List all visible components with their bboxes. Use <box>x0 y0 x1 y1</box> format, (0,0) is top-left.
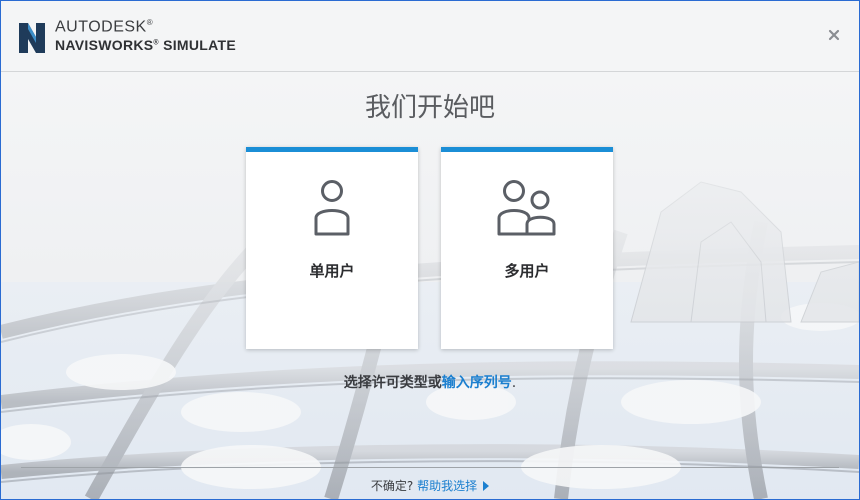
brand-company: AUTODESK® <box>55 18 154 36</box>
prompt-period: . <box>511 375 517 391</box>
multi-user-icon <box>441 178 613 238</box>
play-arrow-icon <box>483 481 490 491</box>
license-dialog: AUTODESK® NAVISWORKS® SIMULATE 我们开始吧 单用户 <box>0 0 860 500</box>
help-me-choose-link[interactable]: 帮助我选择 <box>417 479 490 493</box>
footer-question: 不确定? <box>370 479 414 493</box>
dialog-header: AUTODESK® NAVISWORKS® SIMULATE <box>1 1 859 72</box>
single-user-icon <box>246 178 418 238</box>
prompt-text: 选择许可类型或 <box>343 375 442 391</box>
footer: 不确定? 帮助我选择 <box>1 477 859 494</box>
main-content: 我们开始吧 单用户 多用户 选择许可类型或输入序列号. 不确定? 帮助我选择 <box>1 1 859 499</box>
autodesk-logo-icon <box>19 23 45 53</box>
single-user-card[interactable]: 单用户 <box>246 147 418 349</box>
single-user-label: 单用户 <box>309 262 355 280</box>
multi-user-card[interactable]: 多用户 <box>441 147 613 349</box>
enter-serial-link[interactable]: 输入序列号 <box>442 375 512 391</box>
multi-user-label: 多用户 <box>504 262 550 280</box>
footer-divider <box>21 467 839 468</box>
page-title: 我们开始吧 <box>364 93 495 123</box>
brand-product: NAVISWORKS® SIMULATE <box>55 37 237 53</box>
close-icon[interactable] <box>827 28 841 42</box>
license-prompt: 选择许可类型或输入序列号. <box>1 372 859 392</box>
